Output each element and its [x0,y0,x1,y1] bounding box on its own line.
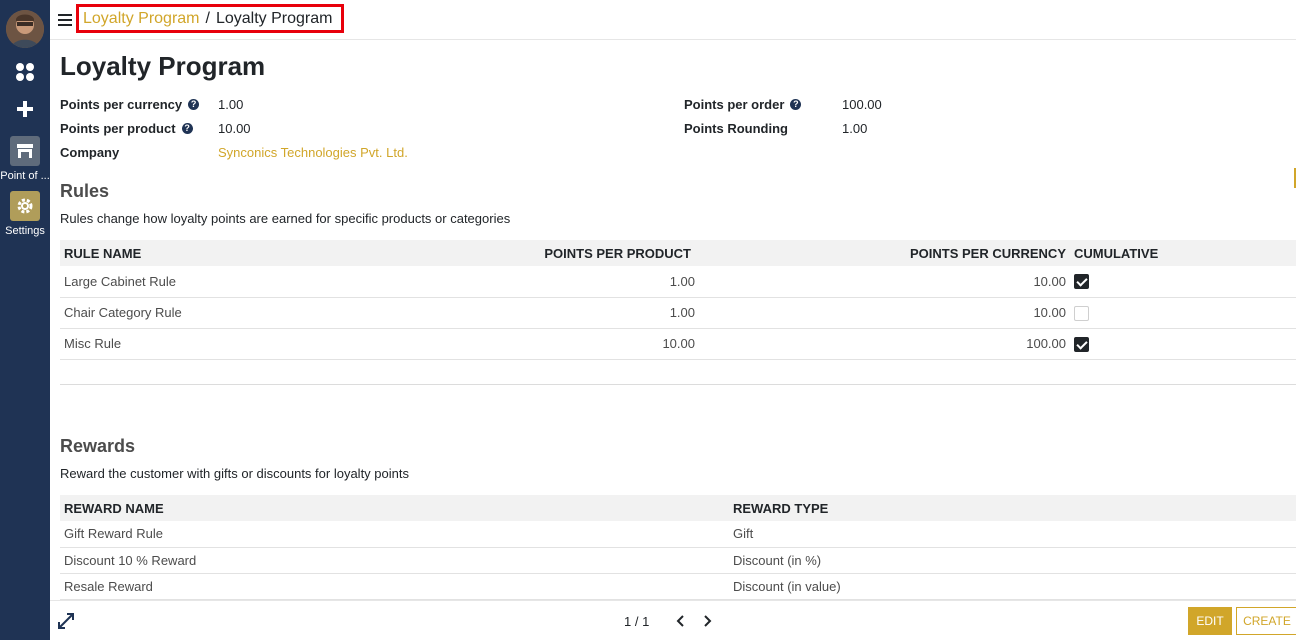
points-per-product-cell: 1.00 [530,266,695,298]
pager-value[interactable]: 1 / 1 [624,614,649,629]
reward-name-cell: Gift Reward Rule [60,521,729,548]
reward-type-cell: Discount (in %) [729,547,1296,574]
field-label-points-per-product: Points per product? [60,121,193,136]
cumulative-checkbox[interactable] [1074,305,1089,321]
table-row[interactable]: Misc Rule 10.00 100.00 [60,328,1296,360]
points-per-currency-cell: 10.00 [695,297,1070,329]
help-icon[interactable]: ? [188,99,200,110]
breadcrumb-separator: / [205,10,210,27]
chevron-right-icon[interactable] [700,613,714,629]
breadcrumb-parent-link[interactable]: Loyalty Program [83,10,200,27]
rule-name-cell: Chair Category Rule [60,297,530,329]
avatar-image [6,10,44,48]
field-label-company: Company [60,145,119,160]
rules-table: RULE NAME POINTS PER PRODUCT POINTS PER … [60,240,1296,360]
sidebar-app-settings[interactable]: Settings [0,191,50,237]
table-row[interactable]: Gift Reward Rule Gift [60,521,1296,548]
field-value-points-rounding: 1.00 [842,121,868,136]
reward-type-cell: Discount (in value) [729,573,1296,600]
help-icon[interactable]: ? [790,99,802,110]
expand-icon[interactable] [58,613,74,634]
field-label-text: Points per currency [60,97,183,112]
field-label-points-per-currency: Points per currency? [60,97,200,112]
sidebar-app-point-of-sale[interactable]: Point of ... [0,136,50,182]
points-per-product-cell: 1.00 [530,297,695,329]
column-header-points-per-product[interactable]: POINTS PER PRODUCT [530,240,695,266]
field-label-text: Points per order [684,97,785,112]
field-label-text: Company [60,145,120,160]
rewards-table: REWARD NAME REWARD TYPE Gift Reward Rule… [60,495,1296,600]
app-sidebar: Point of ... Settings [0,0,50,640]
sidebar-app-label: Settings [5,225,45,237]
field-label-text: Points per product [60,121,176,136]
cumulative-cell [1070,297,1296,329]
column-header-rule-name[interactable]: RULE NAME [60,240,530,266]
reward-type-cell: Gift [729,521,1296,548]
cumulative-checkbox[interactable] [1074,336,1089,352]
table-header-row: RULE NAME POINTS PER PRODUCT POINTS PER … [60,240,1296,266]
sidebar-app-label: Point of ... [0,170,50,182]
field-label-text: Points Rounding [684,121,788,136]
rule-name-cell: Large Cabinet Rule [60,266,530,298]
field-value-points-per-order: 100.00 [842,97,882,112]
column-header-reward-name[interactable]: REWARD NAME [60,495,729,521]
create-button[interactable]: CREATE [1236,607,1296,635]
plus-icon[interactable] [0,100,50,118]
table-header-row: REWARD NAME REWARD TYPE [60,495,1296,521]
rewards-description: Reward the customer with gifts or discou… [60,466,409,481]
cumulative-checkbox[interactable] [1074,274,1089,290]
field-value-points-per-currency: 1.00 [218,97,244,112]
rewards-section-title: Rewards [60,436,136,456]
edit-button[interactable]: EDIT [1188,607,1232,635]
field-label-points-rounding: Points Rounding [684,121,788,136]
user-avatar[interactable] [6,10,44,48]
table-row[interactable]: Large Cabinet Rule 1.00 10.00 [60,266,1296,298]
points-per-currency-cell: 100.00 [695,328,1070,360]
points-per-currency-cell: 10.00 [695,266,1070,298]
table-row[interactable]: Chair Category Rule 1.00 10.00 [60,297,1296,329]
column-header-points-per-currency[interactable]: POINTS PER CURRENCY [695,240,1070,266]
store-icon [10,136,40,166]
bottom-control-bar: 1 / 1 EDIT CREATE [50,600,1296,640]
field-value-points-per-product: 10.00 [218,121,251,136]
chevron-left-icon[interactable] [674,613,688,629]
breadcrumb-current: Loyalty Program [215,10,333,27]
hamburger-menu-icon[interactable] [58,13,72,26]
help-icon[interactable]: ? [181,123,193,134]
page-title: Loyalty Program [60,51,266,81]
section-divider [60,384,1296,385]
table-row[interactable]: Resale Reward Discount (in value) [60,573,1296,600]
field-label-points-per-order: Points per order? [684,97,802,112]
reward-name-cell: Discount 10 % Reward [60,547,729,574]
breadcrumb: Loyalty Program / Loyalty Program [76,4,345,33]
rules-section-title: Rules [60,181,110,201]
table-row[interactable]: Discount 10 % Reward Discount (in %) [60,547,1296,574]
control-panel: Loyalty Program / Loyalty Program [50,0,1296,40]
rules-description: Rules change how loyalty points are earn… [60,211,511,226]
column-header-cumulative[interactable]: CUMULATIVE [1070,240,1296,266]
form-view: Loyalty Program Points per currency? 1.0… [50,41,1296,600]
cumulative-cell [1070,328,1296,360]
field-value-company-link[interactable]: Synconics Technologies Pvt. Ltd. [218,145,408,160]
cumulative-cell [1070,266,1296,298]
apps-menu-icon[interactable] [0,62,50,82]
column-header-reward-type[interactable]: REWARD TYPE [729,495,1296,521]
rule-name-cell: Misc Rule [60,328,530,360]
reward-name-cell: Resale Reward [60,573,729,600]
points-per-product-cell: 10.00 [530,328,695,360]
gear-icon [10,191,40,221]
